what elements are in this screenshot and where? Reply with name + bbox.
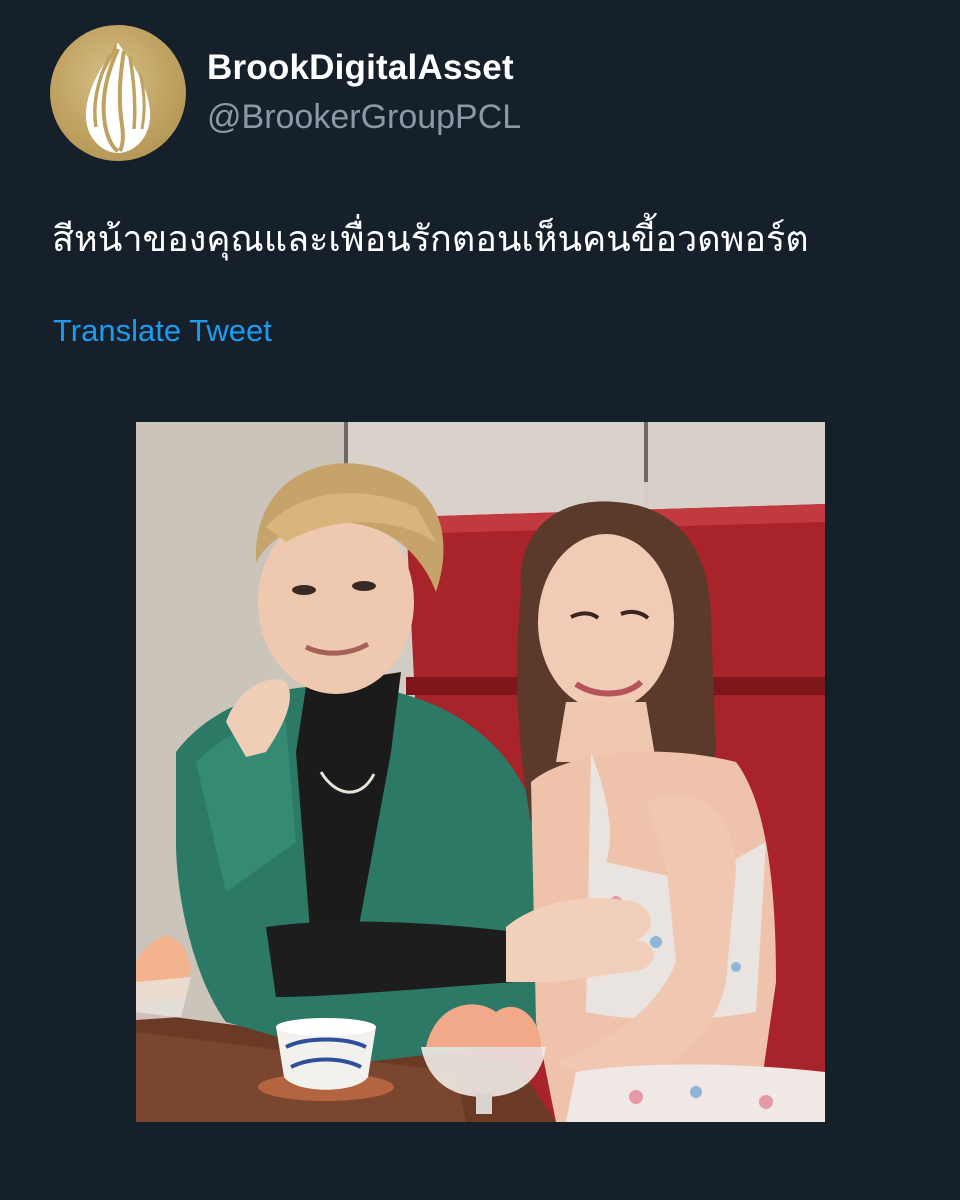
tweet-photo[interactable]	[136, 422, 825, 1122]
author-display-name[interactable]: BrookDigitalAsset	[207, 48, 514, 88]
tweet-text: สีหน้าของคุณและเพื่อนรักตอนเห็นคนขี้อวดพ…	[52, 219, 809, 260]
photo-image	[136, 422, 825, 1122]
author-avatar[interactable]	[50, 25, 186, 161]
tweet-card: BrookDigitalAsset @BrookerGroupPCL สีหน้…	[0, 0, 960, 1200]
translate-tweet-link[interactable]: Translate Tweet	[53, 313, 272, 349]
author-handle[interactable]: @BrookerGroupPCL	[207, 98, 521, 137]
brooker-flame-logo-icon	[85, 43, 151, 153]
